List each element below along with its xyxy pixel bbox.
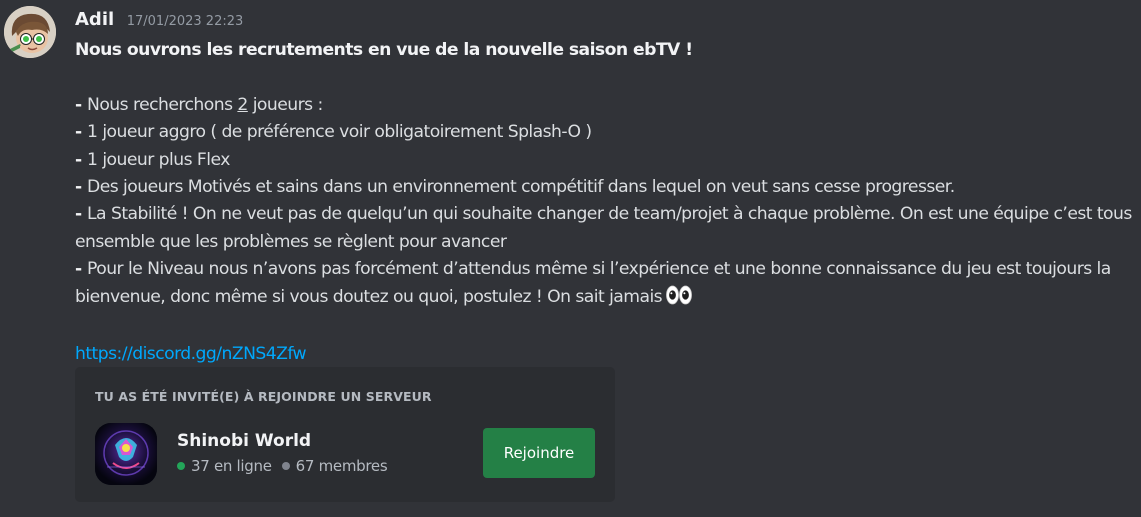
line-dash: - xyxy=(75,259,88,280)
message-content: Nous ouvrons les recrutements en vue de … xyxy=(75,37,1137,369)
line-text: joueurs : xyxy=(247,94,324,115)
invite-link[interactable]: https://discord.gg/nZNS4Zfw xyxy=(75,344,307,364)
line-text: Pour le Niveau nous n’avons pas forcémen… xyxy=(75,259,1111,307)
line-dash: - xyxy=(75,177,88,198)
join-button[interactable]: Rejoindre xyxy=(483,428,595,478)
underlined-number: 2 xyxy=(237,94,248,115)
online-dot-icon xyxy=(177,462,185,470)
message-line: - La Stabilité ! On ne veut pas de quelq… xyxy=(75,201,1137,256)
timestamp[interactable]: 17/01/2023 22:23 xyxy=(127,14,244,29)
line-dash: - xyxy=(75,204,88,225)
eyes-emoji-icon[interactable] xyxy=(666,285,692,314)
line-dash: - xyxy=(75,94,88,115)
online-text: 37 en ligne xyxy=(191,457,272,475)
username[interactable]: Adil xyxy=(75,9,114,30)
line-text: 1 joueur aggro ( de préférence voir obli… xyxy=(87,122,592,143)
message-header: Adil 17/01/2023 22:23 xyxy=(75,9,243,30)
member-count: 67 membres xyxy=(281,457,388,475)
server-icon[interactable] xyxy=(95,423,157,485)
line-text: Des joueurs Motivés et sains dans un env… xyxy=(87,177,955,198)
server-stats: 37 en ligne 67 membres xyxy=(177,457,388,475)
members-dot-icon xyxy=(281,462,290,470)
line-dash: - xyxy=(75,122,88,143)
server-name[interactable]: Shinobi World xyxy=(177,431,311,451)
message-line: - 1 joueur plus Flex xyxy=(75,147,1137,174)
server-invite-card: TU AS ÉTÉ INVITÉ(E) À REJOINDRE UN SERVE… xyxy=(75,367,615,502)
message-line: - Nous recherchons 2 joueurs : xyxy=(75,92,1137,119)
line-text: Nous recherchons xyxy=(87,94,238,115)
chat-message: Adil 17/01/2023 22:23 Nous ouvrons les r… xyxy=(0,0,1141,517)
line-dash: - xyxy=(75,149,88,170)
message-line: - 1 joueur aggro ( de préférence voir ob… xyxy=(75,119,1137,146)
line-text: La Stabilité ! On ne veut pas de quelqu’… xyxy=(75,204,1132,252)
line-text: 1 joueur plus Flex xyxy=(87,149,230,170)
members-text: 67 membres xyxy=(295,457,388,475)
invite-title: TU AS ÉTÉ INVITÉ(E) À REJOINDRE UN SERVE… xyxy=(95,389,432,404)
message-line: - Pour le Niveau nous n’avons pas forcém… xyxy=(75,256,1137,314)
user-avatar[interactable] xyxy=(4,6,56,58)
message-headline: Nous ouvrons les recrutements en vue de … xyxy=(75,40,693,60)
message-line: - Des joueurs Motivés et sains dans un e… xyxy=(75,174,1137,201)
online-count: 37 en ligne xyxy=(177,457,272,475)
